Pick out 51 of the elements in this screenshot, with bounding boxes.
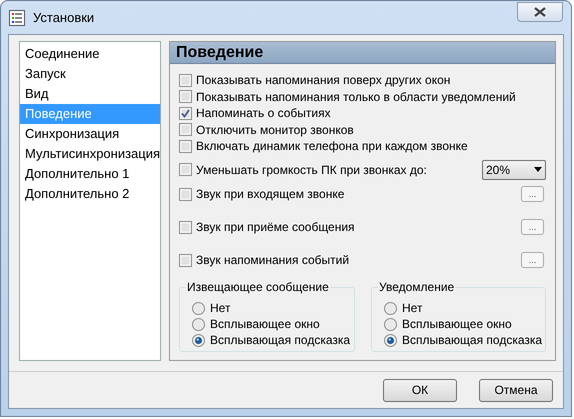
panel-header: Поведение [170, 42, 555, 64]
option-label: Отключить монитор звонков [196, 122, 354, 139]
radio-label: Нет [210, 300, 230, 317]
radio-label: Всплывающее окно [402, 316, 512, 333]
option-label: Звук напоминания событий [196, 252, 350, 269]
browse-button[interactable]: ... [521, 219, 544, 235]
checkbox[interactable] [179, 254, 192, 266]
cancel-button[interactable]: Отмена [479, 378, 553, 402]
option-label: Показывать напоминания только в области уведомлений [196, 88, 516, 106]
radio-button[interactable] [384, 302, 397, 314]
radio-button[interactable] [192, 334, 205, 346]
radio-label: Всплывающая подсказка [210, 332, 350, 349]
radio-button[interactable] [384, 334, 397, 346]
radio-button[interactable] [384, 318, 397, 330]
radio-button[interactable] [192, 302, 205, 314]
group-title: Уведомление [378, 280, 456, 295]
checkbox[interactable] [179, 106, 192, 120]
checkbox[interactable] [179, 74, 192, 87]
option-label: Звук при приёме сообщения [196, 219, 355, 236]
close-icon [534, 6, 546, 16]
radio-label: Нет [402, 300, 422, 317]
sidebar-item[interactable]: Дополнительно 2 [20, 184, 160, 204]
option-label: Уменьшать громкость ПК при звонках до: [196, 162, 427, 178]
radio-label: Всплывающая подсказка [402, 332, 542, 349]
radio-button[interactable] [192, 318, 205, 330]
checkbox[interactable] [179, 123, 192, 136]
sidebar-item[interactable]: Вид [20, 84, 160, 104]
checkbox[interactable] [179, 163, 192, 176]
sidebar-item[interactable]: Соединение [20, 44, 160, 64]
window-title: Установки [33, 8, 94, 27]
checkbox[interactable] [179, 220, 192, 234]
option-label: Включать динамик телефона при каждом звонке [196, 138, 468, 156]
close-button[interactable] [517, 2, 563, 22]
list-icon [9, 10, 25, 26]
volume-dropdown[interactable]: 20% [482, 160, 546, 180]
checkbox[interactable] [179, 140, 192, 153]
ok-button[interactable]: ОК [383, 378, 457, 402]
sidebar-item[interactable]: Синхронизация [20, 124, 160, 144]
dropdown-arrow-icon [534, 167, 542, 172]
option-label: Показывать напоминания поверх других окон [196, 72, 450, 90]
browse-button[interactable]: ... [521, 186, 544, 202]
browse-button[interactable]: ... [521, 252, 544, 268]
sidebar-item[interactable]: Запуск [20, 64, 160, 84]
option-label: Звук при входящем звонке [196, 186, 344, 203]
radio-label: Всплывающее окно [210, 316, 320, 333]
checkbox[interactable] [179, 188, 192, 200]
sidebar-item[interactable]: Мультисинхронизация [20, 144, 160, 164]
group-title: Извещающее сообщение [186, 280, 330, 295]
checkbox[interactable] [179, 90, 192, 104]
option-label: Напоминать о событиях [196, 105, 331, 122]
sidebar-item[interactable]: Дополнительно 1 [20, 164, 160, 184]
